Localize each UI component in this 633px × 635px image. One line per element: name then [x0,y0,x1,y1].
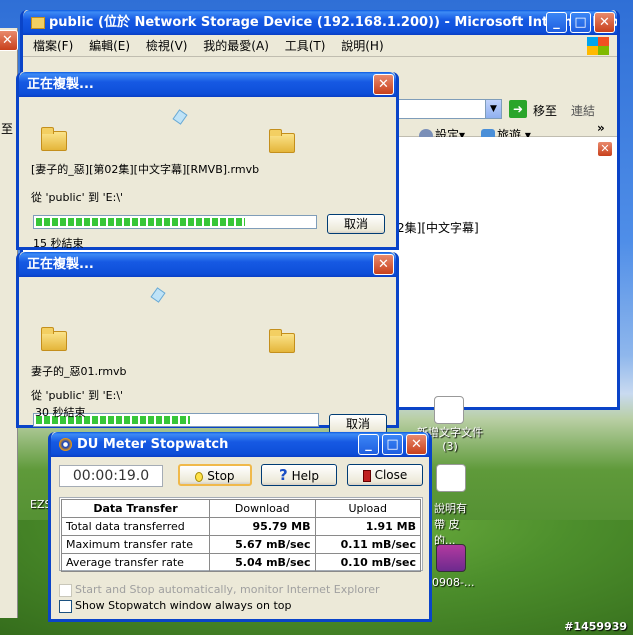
copy2-close-icon[interactable]: ✕ [373,254,394,275]
table-row: Total data transferred 95.79 MB 1.91 MB [61,517,421,536]
copy1-title: 正在複製... [27,77,94,92]
document-label[interactable]: 說明有帶 皮的... [434,500,474,548]
ie-title: public (位於 Network Storage Device (192.1… [49,15,617,30]
copy2-fromto: 從 'public' 到 'E:\' [31,389,124,402]
copy2-target-folder-icon [269,329,295,353]
du-close-label: Close [374,468,408,482]
left-window-close-icon[interactable]: ✕ [0,30,18,51]
close-door-icon [362,469,371,482]
du-row-upload: 1.91 MB [314,517,421,536]
du-close-button[interactable]: Close [347,464,423,486]
copy1-progress-bar [33,215,317,229]
copy2-titlebar[interactable]: 正在複製... ✕ [19,252,396,277]
du-body: 00:00:19.0 Stop ? Help Close Data Transf… [51,457,429,619]
du-row-label: Maximum transfer rate [61,535,210,554]
du-help-button[interactable]: ? Help [261,464,337,486]
du-header-upload: Upload [314,499,421,518]
du-header-transfer: Data Transfer [61,499,210,518]
menu-view[interactable]: 檢視(V) [146,35,188,57]
ie-close-icon[interactable]: ✕ [594,12,615,33]
du-maximize-icon[interactable]: □ [382,434,403,455]
menu-favorites[interactable]: 我的最愛(A) [203,35,269,57]
table-row: Maximum transfer rate 5.67 mB/sec 0.11 m… [61,535,421,554]
archive-label[interactable]: 0908-... [432,576,474,589]
copy2-filename: 妻子的_惡01.rmvb [31,365,127,378]
du-row-download: 5.04 mB/sec [209,553,316,572]
windows-logo-icon [587,37,609,55]
watermark-label: #1459939 [564,620,627,633]
menu-edit[interactable]: 編輯(E) [89,35,130,57]
du-row-download: 5.67 mB/sec [209,535,316,554]
copy1-close-icon[interactable]: ✕ [373,74,394,95]
copy1-target-folder-icon [269,129,295,153]
left-window-label: 至 [1,122,14,136]
du-timer-display: 00:00:19.0 [59,465,163,487]
copy-dialog-1: 正在複製... ✕ [妻子的_惡][第02集][中文字幕][RMVB].rmvb… [16,72,399,250]
copy2-title: 正在複製... [27,257,94,272]
copy1-source-folder-icon [41,127,67,151]
ie-pane-close-icon[interactable]: ✕ [597,141,613,157]
stop-bulb-icon [195,471,204,482]
copy1-remaining: 15 秒結束 [33,237,84,250]
du-row-upload: 0.10 mB/sec [314,553,421,572]
text-document-icon[interactable] [434,396,464,424]
du-row-label: Average transfer rate [61,553,210,572]
document-icon[interactable] [436,464,466,492]
ie-titlebar[interactable]: public (位於 Network Storage Device (192.1… [23,10,617,35]
du-row-download: 95.79 MB [209,517,316,536]
menu-file[interactable]: 檔案(F) [33,35,73,57]
copy1-cancel-button[interactable]: 取消 [327,214,385,234]
du-close-icon[interactable]: ✕ [406,434,427,455]
go-arrow-icon[interactable]: ➜ [509,100,527,118]
ie-menubar: 檔案(F) 編輯(E) 檢視(V) 我的最愛(A) 工具(T) 說明(H) [23,35,617,57]
du-stop-label: Stop [207,469,235,483]
file-name-fragment[interactable]: 2集][中文字幕] [397,219,479,236]
go-button[interactable]: 移至 [533,102,557,119]
du-app-icon [59,438,72,451]
du-stop-button[interactable]: Stop [178,464,252,486]
menu-tools[interactable]: 工具(T) [285,35,326,57]
du-header-download: Download [209,499,316,518]
address-input[interactable] [393,99,493,119]
copy1-fromto: 從 'public' 到 'E:\' [31,191,124,204]
copy1-body: [妻子的_惡][第02集][中文字幕][RMVB].rmvb 從 'public… [19,97,396,250]
ie-app-icon [31,16,45,29]
du-help-label: Help [291,469,319,483]
links-label[interactable]: 連結 [571,102,595,119]
du-row-label: Total data transferred [61,517,210,536]
copy2-flying-paper-icon [150,287,166,303]
du-table-header-row: Data Transfer Download Upload [61,499,421,518]
copy1-flying-paper-icon [172,109,188,125]
copy2-cancel-button[interactable]: 取消 [329,414,387,434]
du-meter-window: DU Meter Stopwatch _ □ ✕ 00:00:19.0 Stop… [48,432,432,622]
du-row-upload: 0.11 mB/sec [314,535,421,554]
ie-minimize-icon[interactable]: _ [546,12,567,33]
du-auto-checkbox[interactable] [59,583,72,597]
copy1-filename: [妻子的_惡][第02集][中文字幕][RMVB].rmvb [31,163,260,176]
table-row: Average transfer rate 5.04 mB/sec 0.10 m… [61,553,421,572]
copy1-progress-fill [36,218,245,226]
du-titlebar[interactable]: DU Meter Stopwatch _ □ ✕ [51,432,429,457]
du-auto-label: Start and Stop automatically, monitor In… [75,583,380,596]
copy2-body: 妻子的_惡01.rmvb 從 'public' 到 'E:\' 取消 [19,277,396,434]
du-top-checkbox[interactable] [59,599,72,613]
du-minimize-icon[interactable]: _ [358,434,379,455]
du-auto-option[interactable]: Start and Stop automatically, monitor In… [59,583,380,597]
du-title: DU Meter Stopwatch [77,437,229,452]
archive-icon[interactable] [436,544,466,572]
du-top-label: Show Stopwatch window always on top [75,599,292,612]
du-data-table: Data Transfer Download Upload Total data… [61,499,421,572]
ie-maximize-icon[interactable]: □ [570,12,591,33]
copy2-remaining: 30 秒結束 [35,406,86,419]
du-top-option[interactable]: Show Stopwatch window always on top [59,599,291,613]
copy-dialog-2: 正在複製... ✕ 妻子的_惡01.rmvb 從 'public' 到 'E:\… [16,252,399,434]
help-question-icon: ? [279,466,288,484]
copy1-titlebar[interactable]: 正在複製... ✕ [19,72,396,97]
toolbar-overflow-icon[interactable]: » [597,121,605,135]
du-data-table-frame: Data Transfer Download Upload Total data… [59,497,423,572]
copy2-source-folder-icon [41,327,67,351]
address-dropdown-icon[interactable]: ▼ [485,99,502,119]
menu-help[interactable]: 說明(H) [341,35,383,57]
